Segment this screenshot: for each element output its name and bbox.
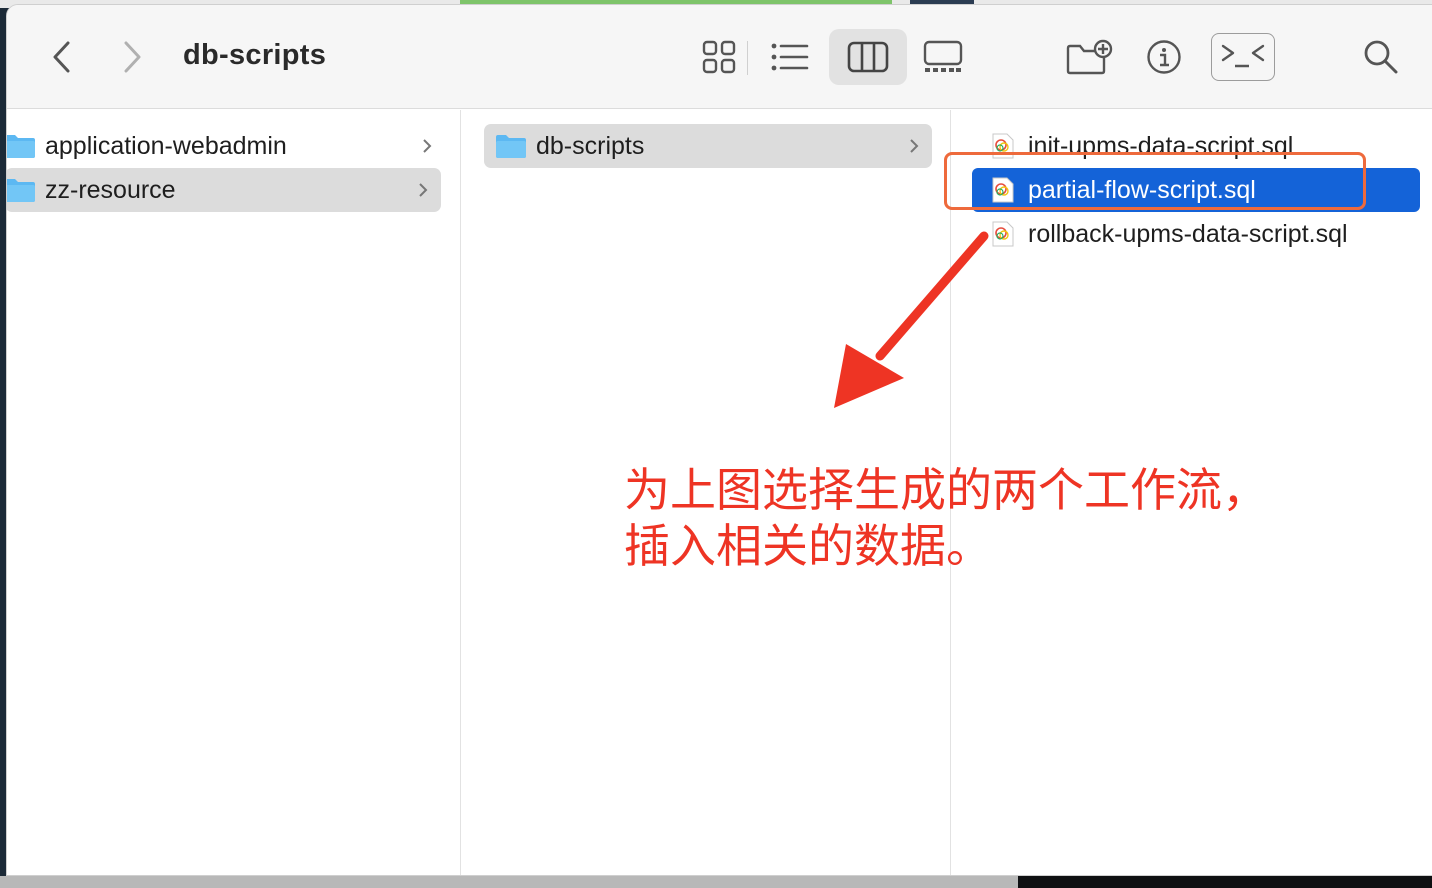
file-label: rollback-upms-data-script.sql — [1028, 219, 1348, 248]
new-folder-button[interactable] — [1061, 33, 1117, 81]
chevron-right-icon — [124, 41, 141, 73]
folder-row-application-webadmin[interactable]: application-webadmin — [7, 124, 445, 168]
info-icon — [1147, 40, 1181, 74]
background-strip-bottom-dark — [1018, 876, 1432, 888]
folder-row-zz-resource[interactable]: zz-resource — [7, 168, 441, 212]
search-icon — [1364, 40, 1398, 74]
chevron-left-icon — [53, 41, 70, 73]
toolbar: db-scripts — [7, 5, 1432, 109]
list-view-button[interactable] — [759, 33, 821, 81]
column-1: application-webadmin zz-resource — [7, 110, 461, 875]
column-view-button[interactable] — [829, 29, 907, 85]
info-button[interactable] — [1141, 33, 1187, 81]
folder-icon — [7, 135, 35, 158]
toolbar-separator — [747, 41, 748, 75]
new-folder-icon — [1066, 39, 1113, 75]
terminal-button[interactable] — [1211, 33, 1275, 81]
folder-row-db-scripts[interactable]: db-scripts — [484, 124, 932, 168]
columns-icon — [847, 41, 889, 73]
forward-button[interactable] — [113, 35, 153, 79]
search-button[interactable] — [1359, 33, 1403, 81]
annotation-arrow — [834, 231, 989, 408]
folder-label: application-webadmin — [45, 131, 287, 160]
list-icon — [771, 43, 809, 71]
chevron-right-icon — [910, 139, 919, 153]
gallery-view-button[interactable] — [911, 33, 975, 81]
folder-label: zz-resource — [45, 175, 176, 204]
path-title: db-scripts — [183, 39, 327, 71]
folder-icon — [496, 135, 526, 158]
annotation-note: 为上图选择生成的两个工作流， 插入相关的数据。 — [624, 463, 1268, 573]
icon-view-button[interactable] — [689, 33, 749, 81]
file-row-rollback-upms-data-script[interactable]: rollback-upms-data-script.sql — [988, 212, 1418, 256]
folder-icon — [7, 179, 35, 202]
chevron-right-icon — [419, 183, 428, 197]
grid-icon — [702, 40, 736, 74]
terminal-icon — [1221, 44, 1265, 68]
chevron-right-icon — [423, 139, 432, 153]
folder-label: db-scripts — [536, 131, 645, 160]
back-button[interactable] — [41, 35, 81, 79]
annotation-highlight-box — [944, 152, 1366, 210]
finder-window: db-scripts application-webadmin zz-resou… — [6, 4, 1432, 876]
gallery-icon — [923, 40, 963, 72]
